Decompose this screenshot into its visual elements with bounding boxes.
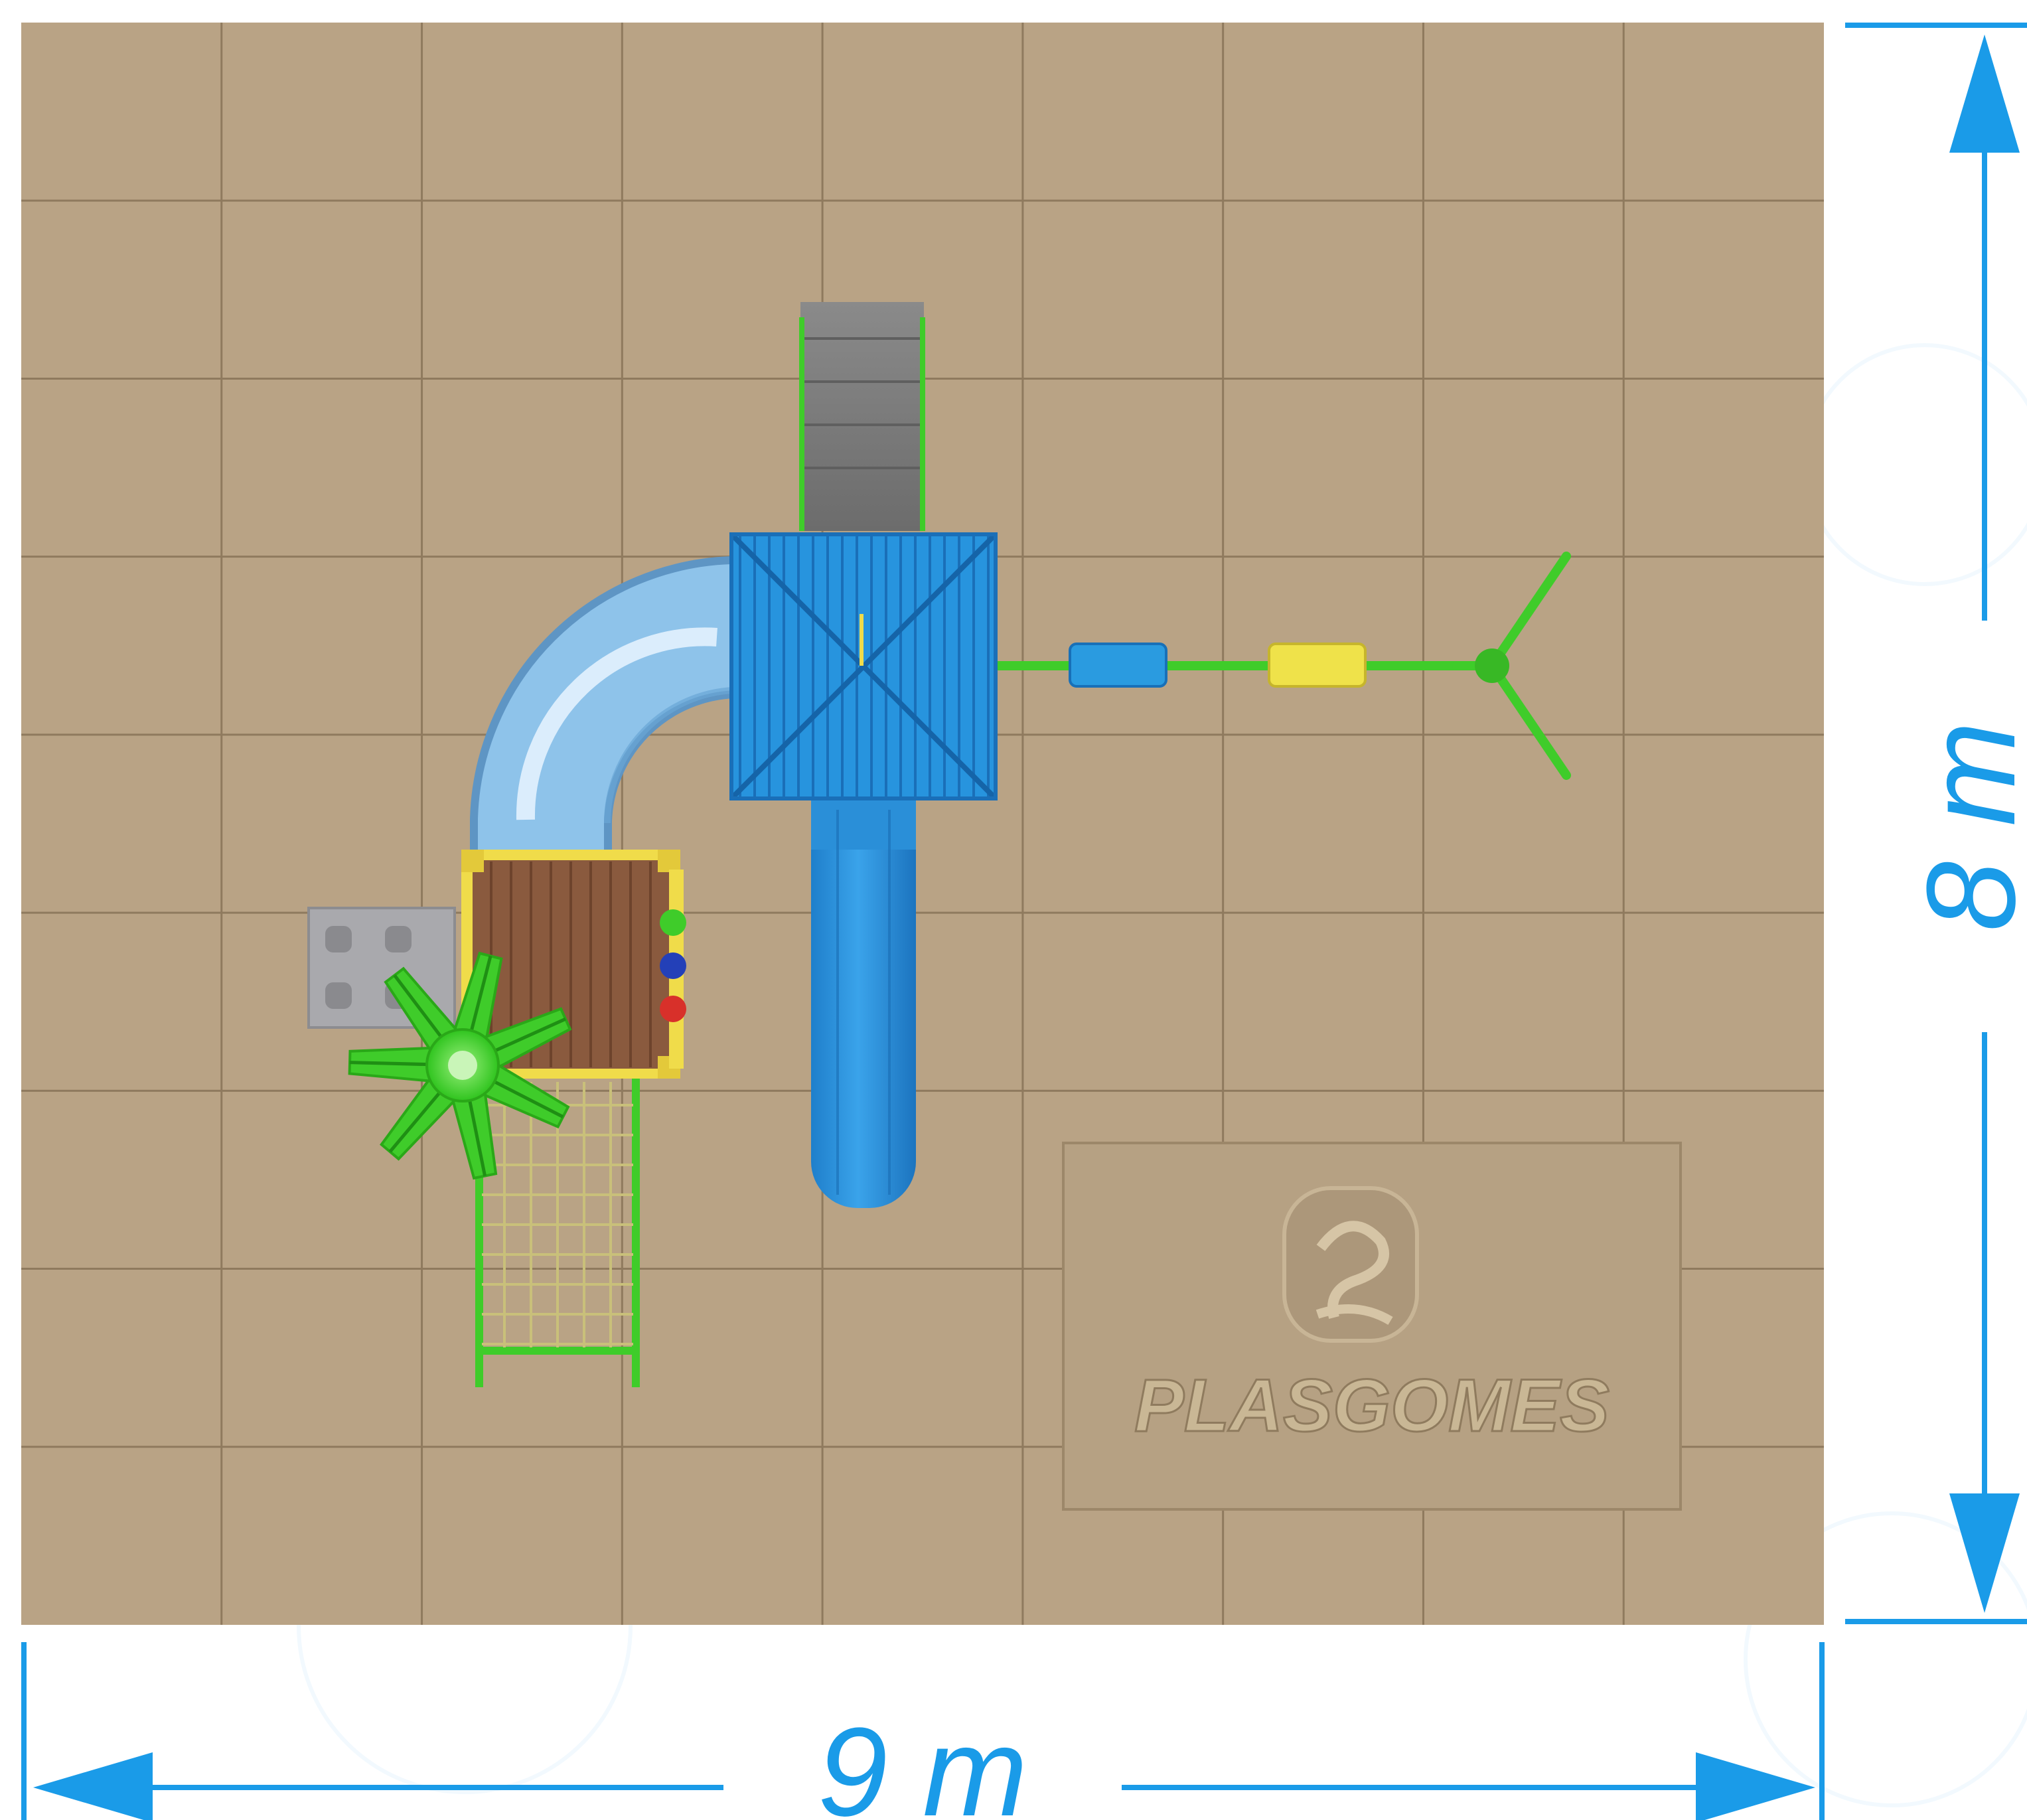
height-label: 8 m <box>1901 721 2027 932</box>
brand-name: PLASGOMES <box>1134 1364 1610 1447</box>
playground-plan-diagram: PLASGOMES 9 m <box>21 23 2027 1820</box>
logo-plaque: PLASGOMES <box>1062 1142 1682 1511</box>
swing-seat-yellow <box>1268 643 1367 688</box>
tower-roof <box>729 532 998 800</box>
width-label: 9 m <box>818 1702 1028 1820</box>
straight-slide <box>811 796 916 1208</box>
plasgomes-mascot-logo-icon <box>1282 1186 1419 1343</box>
swing-seat-blue <box>1069 643 1167 688</box>
access-stairs <box>799 302 925 531</box>
